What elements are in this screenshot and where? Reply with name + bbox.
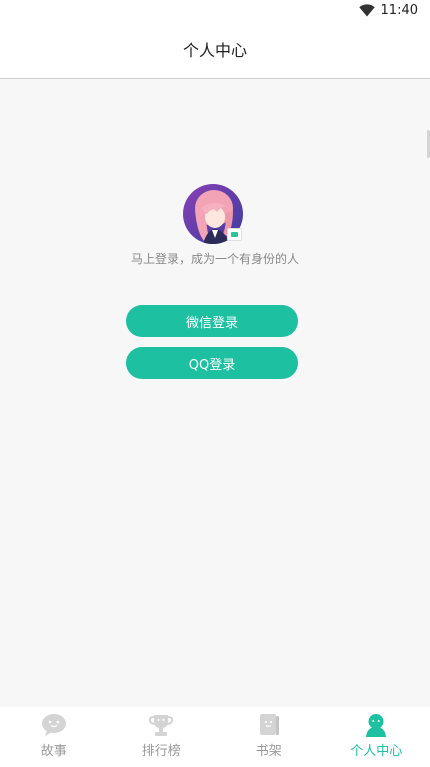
nav-label-ranking: 排行榜 [141,744,181,759]
chat-bubble-icon [41,713,67,737]
wifi-icon [358,3,375,17]
person-icon [363,713,389,737]
nav-label-profile: 个人中心 [350,744,403,759]
qq-login-button[interactable]: QQ登录 [126,347,298,379]
bottom-nav: 故事 排行榜 书架 个人中心 [0,707,430,767]
page-title: 个人中心 [182,41,247,60]
nav-label-bookshelf: 书架 [255,744,282,759]
status-bar: 11:40 [0,0,430,20]
avatar-badge [227,228,242,241]
status-time: 11:40 [380,2,418,18]
book-icon [256,713,282,737]
wechat-login-button[interactable]: 微信登录 [126,305,298,337]
nav-item-story[interactable]: 故事 [0,707,108,767]
nav-label-story: 故事 [40,744,67,759]
status-icons: 11:40 [358,0,418,20]
login-prompt: 马上登录，成为一个有身份的人 [130,252,299,266]
trophy-icon [148,713,174,737]
nav-item-profile[interactable]: 个人中心 [323,707,430,767]
nav-item-bookshelf[interactable]: 书架 [215,707,323,767]
nav-item-ranking[interactable]: 排行榜 [108,707,216,767]
header: 个人中心 [0,20,430,79]
